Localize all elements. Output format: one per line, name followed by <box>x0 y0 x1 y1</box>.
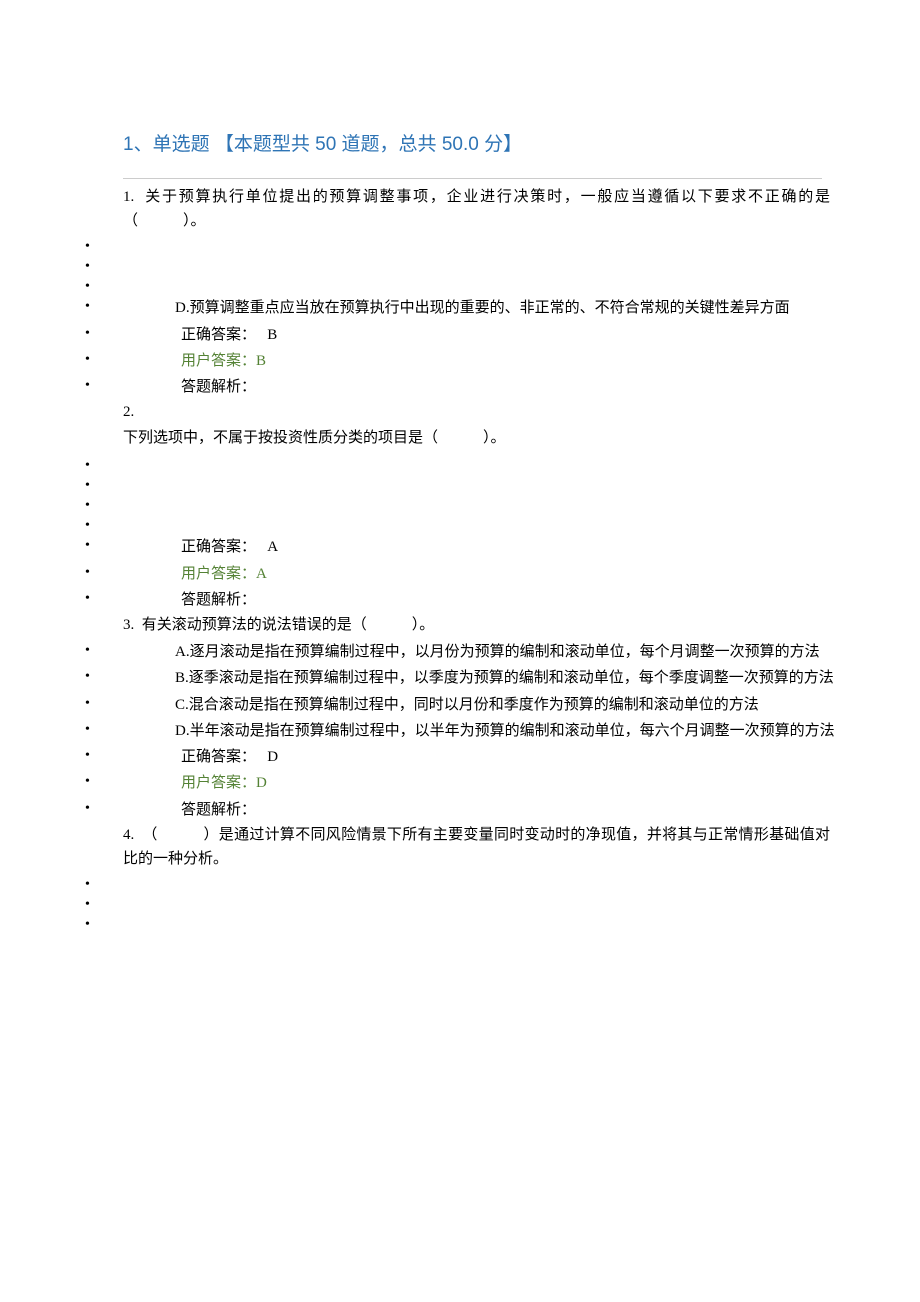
option-b: B.逐季滚动是指在预算编制过程中，以季度为预算的编制和滚动单位，每个季度调整一次… <box>85 665 840 691</box>
correct-answer-value: B <box>267 327 277 343</box>
option-a <box>85 235 840 255</box>
option-letter: B. <box>175 670 189 686</box>
analysis: 答题解析： <box>85 374 840 400</box>
question-3-options: A.逐月滚动是指在预算编制过程中，以月份为预算的编制和滚动单位，每个月调整一次预… <box>105 639 840 823</box>
correct-answer-label: 正确答案： <box>181 539 256 555</box>
question-number-line: 2. <box>123 400 830 424</box>
user-answer-label: 用户答案： <box>181 566 256 582</box>
option-c <box>85 494 840 514</box>
analysis-label: 答题解析： <box>181 379 256 395</box>
correct-answer-label: 正确答案： <box>181 327 256 343</box>
user-answer-label: 用户答案： <box>181 353 256 369</box>
user-answer: 用户答案：A <box>85 561 840 587</box>
question-4-options <box>105 873 840 933</box>
option-text: 逐月滚动是指在预算编制过程中，以月份为预算的编制和滚动单位，每个月调整一次预算的… <box>190 644 820 660</box>
question-1-options: D.预算调整重点应当放在预算执行中出现的重要的、非正常的、不符合常规的关键性差异… <box>105 235 840 400</box>
option-c <box>85 275 840 295</box>
option-b <box>85 893 840 913</box>
option-letter: C. <box>175 697 189 713</box>
option-a: A.逐月滚动是指在预算编制过程中，以月份为预算的编制和滚动单位，每个月调整一次预… <box>85 639 840 665</box>
question-number: 1. <box>123 189 134 205</box>
option-b <box>85 474 840 494</box>
question-text-line: 3. 有关滚动预算法的说法错误的是（ ）。 <box>123 613 830 637</box>
option-letter: D. <box>175 300 190 316</box>
correct-answer-label: 正确答案： <box>181 749 256 765</box>
question-stem: 关于预算执行单位提出的预算调整事项，企业进行决策时，一般应当遵循以下要求不正确的… <box>123 189 830 229</box>
option-b <box>85 255 840 275</box>
question-stem: （ ）是通过计算不同风险情景下所有主要变量同时变动时的净现值，并将其与正常情形基… <box>123 827 830 867</box>
user-answer-value: B <box>256 353 266 369</box>
option-d <box>85 514 840 534</box>
option-text: 半年滚动是指在预算编制过程中，以半年为预算的编制和滚动单位，每六个月调整一次预算… <box>190 723 835 739</box>
question-1: 1. 关于预算执行单位提出的预算调整事项，企业进行决策时，一般应当遵循以下要求不… <box>123 185 830 233</box>
analysis: 答题解析： <box>85 587 840 613</box>
section-title: 1、单选题 【本题型共 50 道题，总共 50.0 分】 <box>123 130 840 160</box>
user-answer-value: A <box>256 566 267 582</box>
section-divider <box>123 178 822 179</box>
question-number: 2. <box>123 404 134 420</box>
question-2: 2. 下列选项中，不属于按投资性质分类的项目是（ ）。 <box>123 400 830 450</box>
option-c <box>85 913 840 933</box>
question-stem: 下列选项中，不属于按投资性质分类的项目是（ ）。 <box>123 426 830 450</box>
correct-answer-value: A <box>267 539 278 555</box>
option-text: 预算调整重点应当放在预算执行中出现的重要的、非正常的、不符合常规的关键性差异方面 <box>190 300 790 316</box>
user-answer: 用户答案：B <box>85 348 840 374</box>
question-4: 4. （ ）是通过计算不同风险情景下所有主要变量同时变动时的净现值，并将其与正常… <box>123 823 830 871</box>
correct-answer: 正确答案： A <box>85 534 840 560</box>
question-number: 4. <box>123 827 134 843</box>
question-2-options: 正确答案： A 用户答案：A 答题解析： <box>105 454 840 613</box>
option-letter: D. <box>175 723 190 739</box>
option-letter: A. <box>175 644 190 660</box>
analysis: 答题解析： <box>85 797 840 823</box>
correct-answer: 正确答案： B <box>85 322 840 348</box>
user-answer-label: 用户答案： <box>181 775 256 791</box>
user-answer: 用户答案：D <box>85 770 840 796</box>
correct-answer: 正确答案： D <box>85 744 840 770</box>
question-number: 3. <box>123 617 134 633</box>
option-text: 逐季滚动是指在预算编制过程中，以季度为预算的编制和滚动单位，每个季度调整一次预算… <box>189 670 834 686</box>
analysis-label: 答题解析： <box>181 592 256 608</box>
option-d: D.半年滚动是指在预算编制过程中，以半年为预算的编制和滚动单位，每六个月调整一次… <box>85 718 840 744</box>
analysis-label: 答题解析： <box>181 802 256 818</box>
question-stem: 有关滚动预算法的说法错误的是（ ）。 <box>142 617 435 633</box>
question-text-line: 1. 关于预算执行单位提出的预算调整事项，企业进行决策时，一般应当遵循以下要求不… <box>123 185 830 233</box>
option-d: D.预算调整重点应当放在预算执行中出现的重要的、非正常的、不符合常规的关键性差异… <box>85 295 840 321</box>
correct-answer-value: D <box>267 749 278 765</box>
option-text: 混合滚动是指在预算编制过程中，同时以月份和季度作为预算的编制和滚动单位的方法 <box>189 697 759 713</box>
option-a <box>85 454 840 474</box>
user-answer-value: D <box>256 775 267 791</box>
question-text-line: 4. （ ）是通过计算不同风险情景下所有主要变量同时变动时的净现值，并将其与正常… <box>123 823 830 871</box>
option-a <box>85 873 840 893</box>
question-3: 3. 有关滚动预算法的说法错误的是（ ）。 <box>123 613 830 637</box>
option-c: C.混合滚动是指在预算编制过程中，同时以月份和季度作为预算的编制和滚动单位的方法 <box>85 692 840 718</box>
